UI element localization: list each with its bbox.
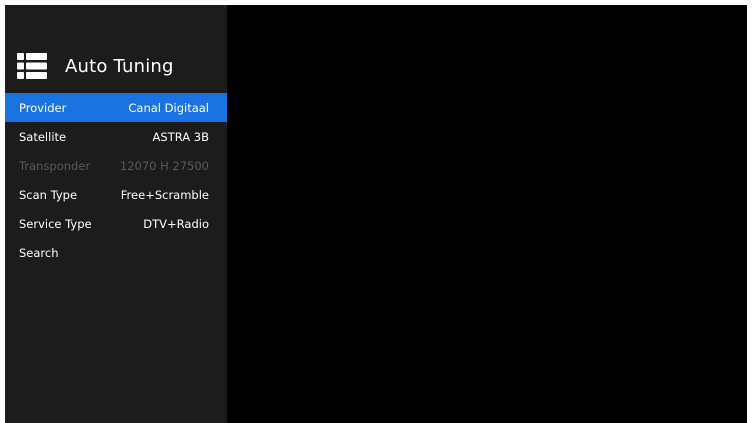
page-title: Auto Tuning [65, 55, 174, 77]
list-menu-icon [17, 53, 47, 79]
tuning-menu: Provider Canal Digitaal Satellite ASTRA … [5, 93, 227, 267]
menu-item-value: ASTRA 3B [152, 129, 209, 144]
menu-item-provider[interactable]: Provider Canal Digitaal [5, 93, 227, 122]
menu-item-label: Service Type [19, 216, 92, 231]
menu-item-label: Transponder [19, 158, 91, 173]
menu-item-scan-type[interactable]: Scan Type Free+Scramble [5, 180, 227, 209]
menu-item-value: Canal Digitaal [128, 100, 209, 115]
tv-screen: Auto Tuning Provider Canal Digitaal Sate… [5, 5, 747, 423]
menu-item-value: 12070 H 27500 [119, 158, 209, 173]
menu-item-transponder: Transponder 12070 H 27500 [5, 151, 227, 180]
menu-item-value: DTV+Radio [143, 216, 209, 231]
auto-tuning-panel: Auto Tuning Provider Canal Digitaal Sate… [5, 5, 227, 423]
menu-item-search[interactable]: Search [5, 238, 227, 267]
menu-item-label: Search [19, 245, 59, 260]
menu-item-service-type[interactable]: Service Type DTV+Radio [5, 209, 227, 238]
menu-item-label: Satellite [19, 129, 67, 144]
menu-item-satellite[interactable]: Satellite ASTRA 3B [5, 122, 227, 151]
panel-header: Auto Tuning [17, 51, 174, 81]
menu-item-label: Scan Type [19, 187, 78, 202]
menu-item-value: Free+Scramble [120, 187, 209, 202]
menu-item-label: Provider [19, 100, 67, 115]
